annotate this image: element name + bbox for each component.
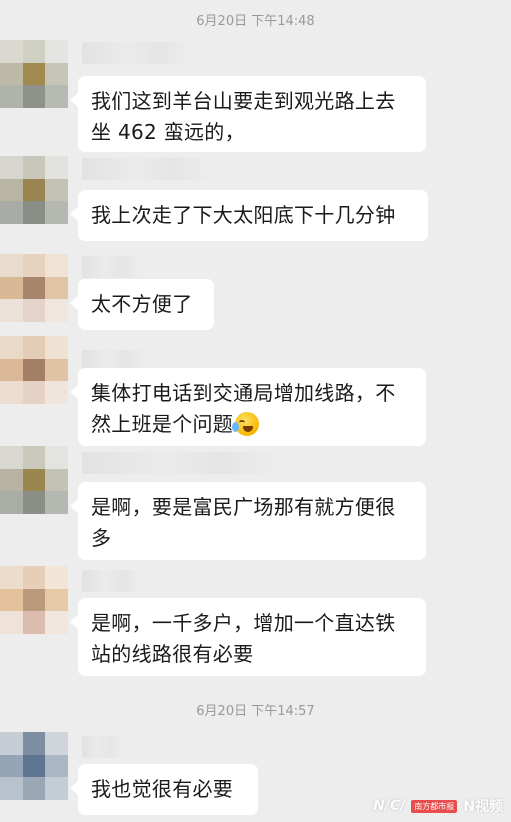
- sender-name-blurred: [82, 570, 140, 592]
- message-line: 站的线路很有必要: [91, 642, 254, 666]
- message-bubble[interactable]: 我们这到羊台山要走到观光路上去 坐 462 蛮远的，: [70, 76, 426, 152]
- message-line: 坐 462 蛮远的，: [91, 120, 245, 144]
- avatar[interactable]: [0, 446, 68, 514]
- message-line: 太不方便了: [91, 292, 193, 316]
- message-bubble[interactable]: 太不方便了: [70, 279, 214, 330]
- sender-name-blurred: [82, 256, 140, 278]
- watermark-badge: 南方都市报: [411, 799, 458, 813]
- message-line: 集体打电话到交通局增加线路，不: [91, 381, 396, 405]
- message-bubble[interactable]: 我上次走了下大太阳底下十几分钟: [70, 190, 428, 241]
- message-bubble[interactable]: 是啊，要是富民广场那有就方便很 多: [70, 482, 426, 560]
- avatar[interactable]: [0, 156, 68, 224]
- avatar[interactable]: [0, 566, 68, 634]
- avatar[interactable]: [0, 732, 68, 800]
- message-line: 是啊，要是富民广场那有就方便很: [91, 495, 396, 519]
- sender-name-blurred: [82, 452, 282, 474]
- timestamp: 6月20日 下午14:57: [196, 704, 315, 719]
- watermark-brand: N视频: [463, 799, 503, 815]
- avatar[interactable]: [0, 336, 68, 404]
- message-bubble[interactable]: 我也觉很有必要: [70, 764, 258, 815]
- message-bubble[interactable]: 是啊，一千多户，增加一个直达铁 站的线路很有必要: [70, 598, 426, 676]
- crying-laughing-emoji: [232, 412, 260, 436]
- message-line: 我上次走了下大太阳底下十几分钟: [91, 203, 396, 227]
- sender-name-blurred: [82, 42, 192, 64]
- message-line: 我们这到羊台山要走到观光路上去: [91, 89, 396, 113]
- chat-screen: 6月20日 下午14:48 我们这到羊台山要走到观光路上去 坐 462 蛮远的，…: [0, 0, 511, 822]
- message-line: 我也觉很有必要: [91, 777, 234, 801]
- message-bubble[interactable]: 集体打电话到交通局增加线路，不 然上班是个问题: [70, 368, 426, 446]
- message-line: 多: [91, 526, 112, 550]
- watermark-logo: N/C/: [373, 798, 406, 814]
- message-line: 是啊，一千多户，增加一个直达铁: [91, 611, 396, 635]
- sender-name-blurred: [82, 736, 122, 758]
- watermark: N/C/ 南方都市报 N视频: [373, 796, 503, 816]
- message-line: 然上班是个问题: [91, 412, 234, 436]
- timestamp: 6月20日 下午14:48: [196, 14, 315, 29]
- avatar[interactable]: [0, 40, 68, 108]
- avatar[interactable]: [0, 254, 68, 322]
- sender-name-blurred: [82, 158, 212, 180]
